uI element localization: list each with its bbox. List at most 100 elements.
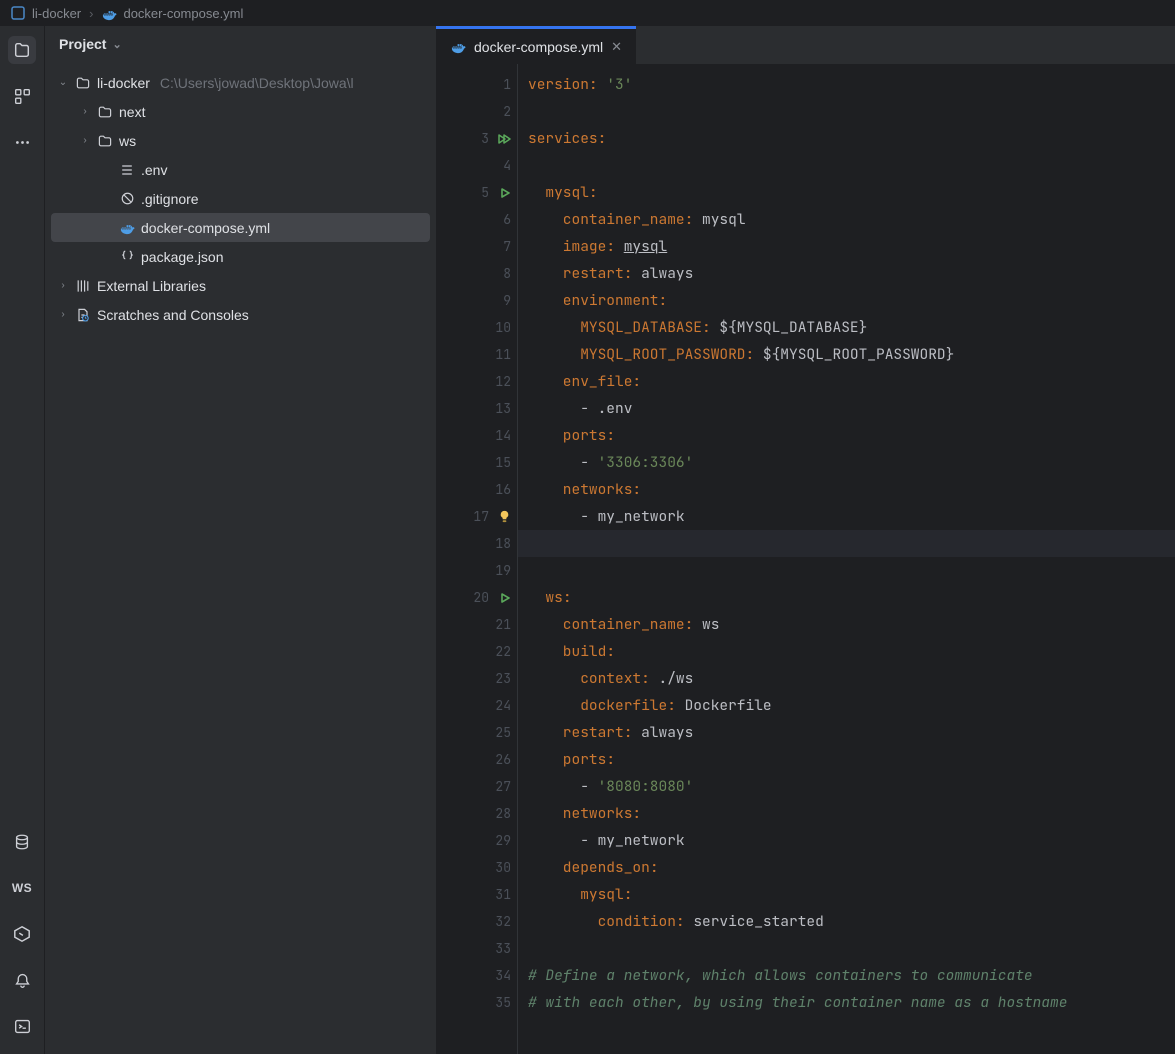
code-line-30[interactable]: depends_on: (528, 854, 1175, 881)
close-icon[interactable]: ✕ (611, 39, 622, 55)
code-line-16[interactable]: networks: (528, 476, 1175, 503)
tree-item-compose[interactable]: docker-compose.yml (51, 213, 430, 242)
code-line-4[interactable] (528, 152, 1175, 179)
gutter-line-29[interactable]: 29 (436, 827, 517, 854)
gutter-line-26[interactable]: 26 (436, 746, 517, 773)
run-icon[interactable] (499, 187, 511, 199)
gutter-line-10[interactable]: 10 (436, 314, 517, 341)
gutter-line-23[interactable]: 23 (436, 665, 517, 692)
code-line-26[interactable]: ports: (528, 746, 1175, 773)
gutter-line-19[interactable]: 19 (436, 557, 517, 584)
breadcrumb-file[interactable]: docker-compose.yml (101, 5, 243, 21)
gutter-line-5[interactable]: 5 (436, 179, 517, 206)
code-line-31[interactable]: mysql: (528, 881, 1175, 908)
code-line-29[interactable]: - my_network (528, 827, 1175, 854)
code-line-17[interactable]: - my_network (528, 503, 1175, 530)
project-tool-button[interactable] (8, 36, 36, 64)
gutter-line-35[interactable]: 35 (436, 989, 517, 1016)
tree-item-gitignore[interactable]: .gitignore (45, 184, 436, 213)
gutter-line-24[interactable]: 24 (436, 692, 517, 719)
code-line-27[interactable]: - '8080:8080' (528, 773, 1175, 800)
code-line-9[interactable]: environment: (528, 287, 1175, 314)
gutter-line-25[interactable]: 25 (436, 719, 517, 746)
code-line-15[interactable]: - '3306:3306' (528, 449, 1175, 476)
code-line-21[interactable]: container_name: ws (528, 611, 1175, 638)
gutter-line-31[interactable]: 31 (436, 881, 517, 908)
project-panel-header[interactable]: Project ⌄ (45, 26, 436, 62)
notifications-tool-button[interactable] (8, 966, 36, 994)
code-line-24[interactable]: dockerfile: Dockerfile (528, 692, 1175, 719)
gutter-line-11[interactable]: 11 (436, 341, 517, 368)
gutter-line-34[interactable]: 34 (436, 962, 517, 989)
code-line-28[interactable]: networks: (528, 800, 1175, 827)
code-line-25[interactable]: restart: always (528, 719, 1175, 746)
gutter-line-7[interactable]: 7 (436, 233, 517, 260)
gutter-line-21[interactable]: 21 (436, 611, 517, 638)
structure-tool-button[interactable] (8, 82, 36, 110)
tree-item-extlib[interactable]: ›External Libraries (45, 271, 436, 300)
tree-item-env[interactable]: .env (45, 155, 436, 184)
tree-item-scratch[interactable]: ›Scratches and Consoles (45, 300, 436, 329)
gutter-line-17[interactable]: 17 (436, 503, 517, 530)
code-line-18[interactable] (518, 530, 1175, 557)
code-line-2[interactable] (528, 98, 1175, 125)
tree-item-pkg[interactable]: package.json (45, 242, 436, 271)
breadcrumb-project[interactable]: li-docker (10, 5, 81, 21)
gutter-line-9[interactable]: 9 (436, 287, 517, 314)
gutter-line-4[interactable]: 4 (436, 152, 517, 179)
code-line-35[interactable]: # with each other, by using their contai… (528, 989, 1175, 1016)
chevron-down-icon[interactable]: ⌄ (57, 77, 69, 88)
code-line-3[interactable]: services: (528, 125, 1175, 152)
gutter-line-3[interactable]: 3 (436, 125, 517, 152)
database-tool-button[interactable] (8, 828, 36, 856)
code-line-14[interactable]: ports: (528, 422, 1175, 449)
gutter-line-33[interactable]: 33 (436, 935, 517, 962)
services-tool-button[interactable] (8, 920, 36, 948)
run-icon[interactable] (497, 133, 511, 145)
gutter-line-15[interactable]: 15 (436, 449, 517, 476)
gutter-line-14[interactable]: 14 (436, 422, 517, 449)
code-content[interactable]: version: '3' services: mysql: container_… (518, 64, 1175, 1054)
gutter-line-13[interactable]: 13 (436, 395, 517, 422)
code-line-12[interactable]: env_file: (528, 368, 1175, 395)
run-icon[interactable] (499, 592, 511, 604)
code-line-34[interactable]: # Define a network, which allows contain… (528, 962, 1175, 989)
gutter-line-16[interactable]: 16 (436, 476, 517, 503)
chevron-right-icon[interactable]: › (57, 309, 69, 320)
code-line-5[interactable]: mysql: (528, 179, 1175, 206)
code-line-11[interactable]: MYSQL_ROOT_PASSWORD: ${MYSQL_ROOT_PASSWO… (528, 341, 1175, 368)
more-tool-button[interactable] (8, 128, 36, 156)
chevron-right-icon[interactable]: › (57, 280, 69, 291)
code-line-23[interactable]: context: ./ws (528, 665, 1175, 692)
gutter-line-27[interactable]: 27 (436, 773, 517, 800)
chevron-right-icon[interactable]: › (79, 106, 91, 117)
gutter-line-8[interactable]: 8 (436, 260, 517, 287)
gutter-line-28[interactable]: 28 (436, 800, 517, 827)
gutter-line-32[interactable]: 32 (436, 908, 517, 935)
tree-item-ws[interactable]: ›ws (45, 126, 436, 155)
gutter-line-30[interactable]: 30 (436, 854, 517, 881)
gutter-line-2[interactable]: 2 (436, 98, 517, 125)
code-line-32[interactable]: condition: service_started (528, 908, 1175, 935)
tree-item-root[interactable]: ⌄li-dockerC:\Users\jowad\Desktop\Jowa\l (45, 68, 436, 97)
code-line-6[interactable]: container_name: mysql (528, 206, 1175, 233)
code-line-7[interactable]: image: mysql (528, 233, 1175, 260)
gutter-line-6[interactable]: 6 (436, 206, 517, 233)
code-line-22[interactable]: build: (528, 638, 1175, 665)
gutter-line-12[interactable]: 12 (436, 368, 517, 395)
terminal-tool-button[interactable] (8, 1012, 36, 1040)
tree-item-next[interactable]: ›next (45, 97, 436, 126)
ws-tool-button[interactable]: WS (8, 874, 36, 902)
code-line-20[interactable]: ws: (528, 584, 1175, 611)
code-line-19[interactable] (528, 557, 1175, 584)
chevron-right-icon[interactable]: › (79, 135, 91, 146)
gutter-line-18[interactable]: 18 (436, 530, 517, 557)
gutter-line-22[interactable]: 22 (436, 638, 517, 665)
code-line-10[interactable]: MYSQL_DATABASE: ${MYSQL_DATABASE} (528, 314, 1175, 341)
code-line-13[interactable]: - .env (528, 395, 1175, 422)
tab-docker-compose[interactable]: docker-compose.yml ✕ (436, 26, 636, 64)
code-line-1[interactable]: version: '3' (528, 71, 1175, 98)
code-line-8[interactable]: restart: always (528, 260, 1175, 287)
gutter-line-1[interactable]: 1 (436, 71, 517, 98)
gutter-line-20[interactable]: 20 (436, 584, 517, 611)
